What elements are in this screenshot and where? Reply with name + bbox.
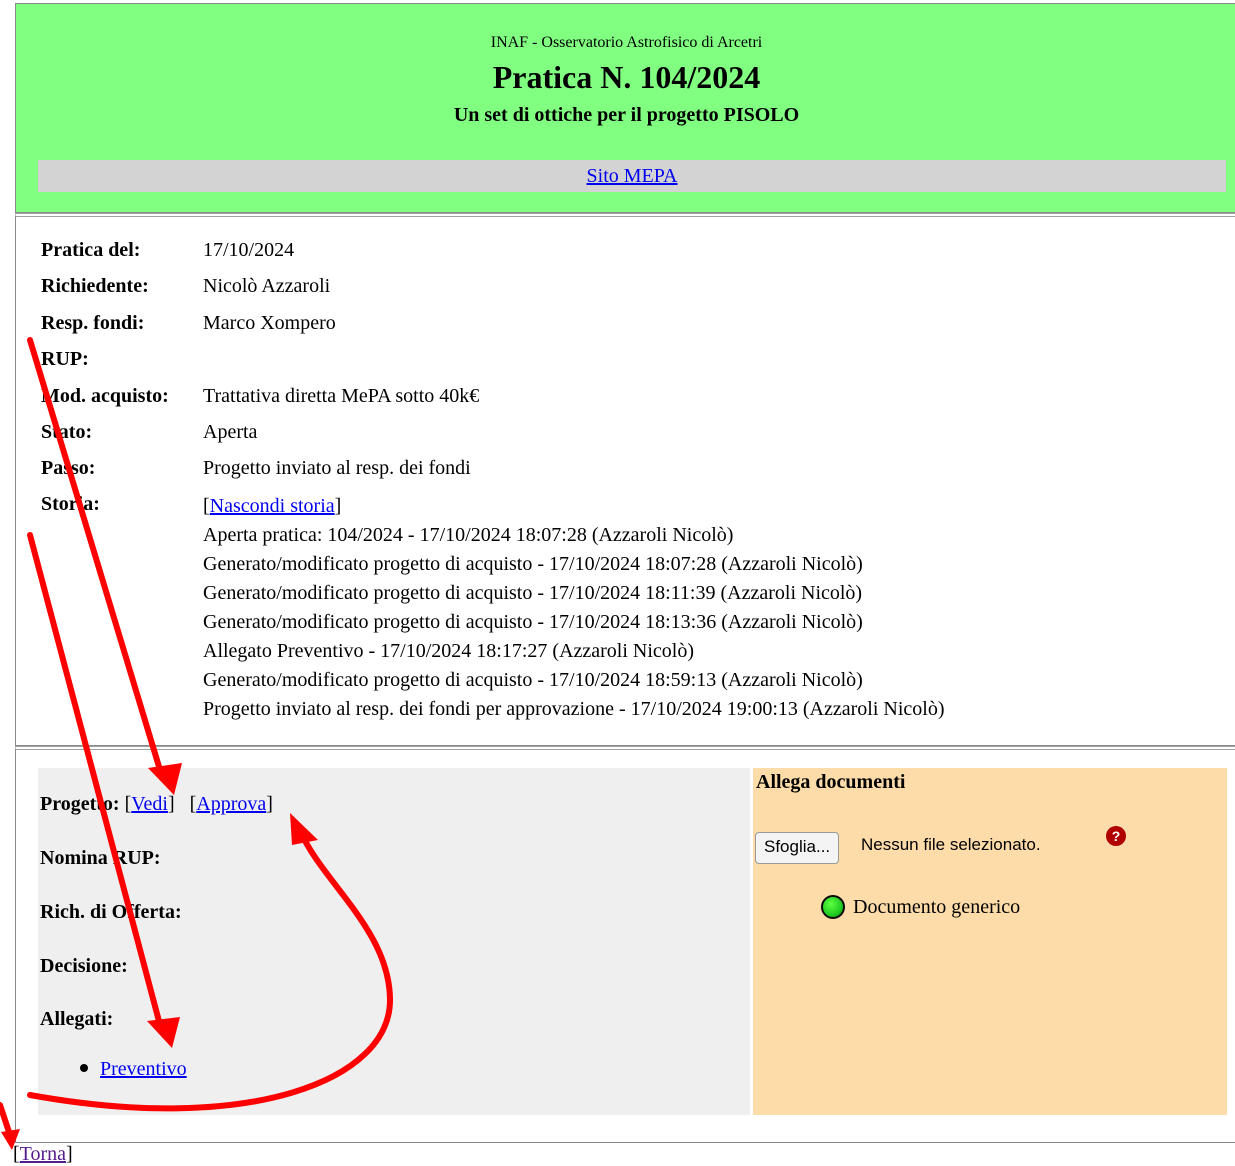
institution-name: INAF - Osservatorio Astrofisico di Arcet…: [490, 34, 763, 51]
no-file-text: Nessun file selezionato.: [861, 835, 1041, 854]
history-entry: Allegato Preventivo - 17/10/2024 18:17:2…: [203, 640, 695, 662]
field-label: RUP:: [41, 348, 89, 370]
info-section: Pratica del: 17/10/2024 Richiedente: Nic…: [15, 213, 1235, 746]
mepa-bar: Sito MEPA: [38, 160, 1226, 192]
field-value: Trattativa diretta MePA sotto 40k€: [203, 385, 480, 407]
vedi-link[interactable]: Vedi: [131, 793, 168, 815]
attach-title: Allega documenti: [756, 771, 906, 793]
history-entry: Generato/modificato progetto di acquisto…: [203, 553, 863, 575]
field-label: Richiedente:: [41, 275, 149, 297]
doc-type-label: Documento generico: [853, 896, 1021, 918]
history-toggle-line: [Nascondi storia]: [203, 495, 342, 517]
list-item: Preventivo: [80, 1058, 187, 1081]
field-label: Mod. acquisto:: [41, 385, 169, 407]
preventivo-link[interactable]: Preventivo: [100, 1058, 187, 1080]
actions-section: Progetto: [Vedi] [Approva] Nomina RUP: R…: [15, 746, 1235, 1143]
approva-link[interactable]: Approva: [196, 793, 266, 815]
field-value: Nicolò Azzaroli: [203, 275, 331, 297]
question-circle-icon[interactable]: ?: [1106, 826, 1126, 846]
progetto-label: Progetto:: [40, 793, 120, 815]
header-banner: INAF - Osservatorio Astrofisico di Arcet…: [15, 3, 1235, 213]
hide-history-link[interactable]: Nascondi storia: [210, 495, 335, 517]
decisione-label: Decisione:: [40, 955, 128, 977]
progetto-row: Progetto: [Vedi] [Approva]: [40, 793, 273, 815]
torna-link[interactable]: Torna: [20, 1143, 66, 1165]
mepa-link[interactable]: Sito MEPA: [587, 165, 678, 187]
field-label: Pratica del:: [41, 239, 141, 261]
green-status-icon[interactable]: [821, 895, 845, 919]
page-subtitle: Un set di ottiche per il progetto PISOLO: [453, 104, 800, 126]
field-label: Resp. fondi:: [41, 312, 145, 334]
history-entry: Aperta pratica: 104/2024 - 17/10/2024 18…: [203, 524, 734, 546]
history-entry: Generato/modificato progetto di acquisto…: [203, 611, 863, 633]
history-entry: Progetto inviato al resp. dei fondi per …: [203, 698, 945, 720]
field-value: Progetto inviato al resp. dei fondi: [203, 457, 471, 479]
history-entry: Generato/modificato progetto di acquisto…: [203, 669, 863, 691]
field-label: Storia:: [41, 493, 100, 515]
history-entry: Generato/modificato progetto di acquisto…: [203, 582, 863, 604]
arrow-to-torna: [0, 1102, 13, 1138]
field-value: 17/10/2024: [203, 239, 295, 261]
field-label: Stato:: [41, 421, 93, 443]
actions-panel: Progetto: [Vedi] [Approva] Nomina RUP: R…: [38, 768, 750, 1115]
rich-offerta-label: Rich. di Offerta:: [40, 901, 182, 923]
allegati-label: Allegati:: [40, 1008, 114, 1030]
page-title: Pratica N. 104/2024: [492, 59, 761, 95]
attach-panel: Allega documenti Sfoglia... Nessun file …: [753, 768, 1227, 1115]
field-value: Aperta: [203, 421, 258, 443]
field-value: Marco Xompero: [203, 312, 336, 334]
nomina-rup-label: Nomina RUP:: [40, 847, 161, 869]
bullet-icon: [80, 1064, 88, 1073]
history-list: [Nascondi storia] Aperta pratica: 104/20…: [203, 492, 944, 724]
torna-row: [Torna]: [13, 1143, 73, 1165]
field-label: Passo:: [41, 457, 96, 479]
browse-button[interactable]: Sfoglia...: [755, 832, 840, 864]
